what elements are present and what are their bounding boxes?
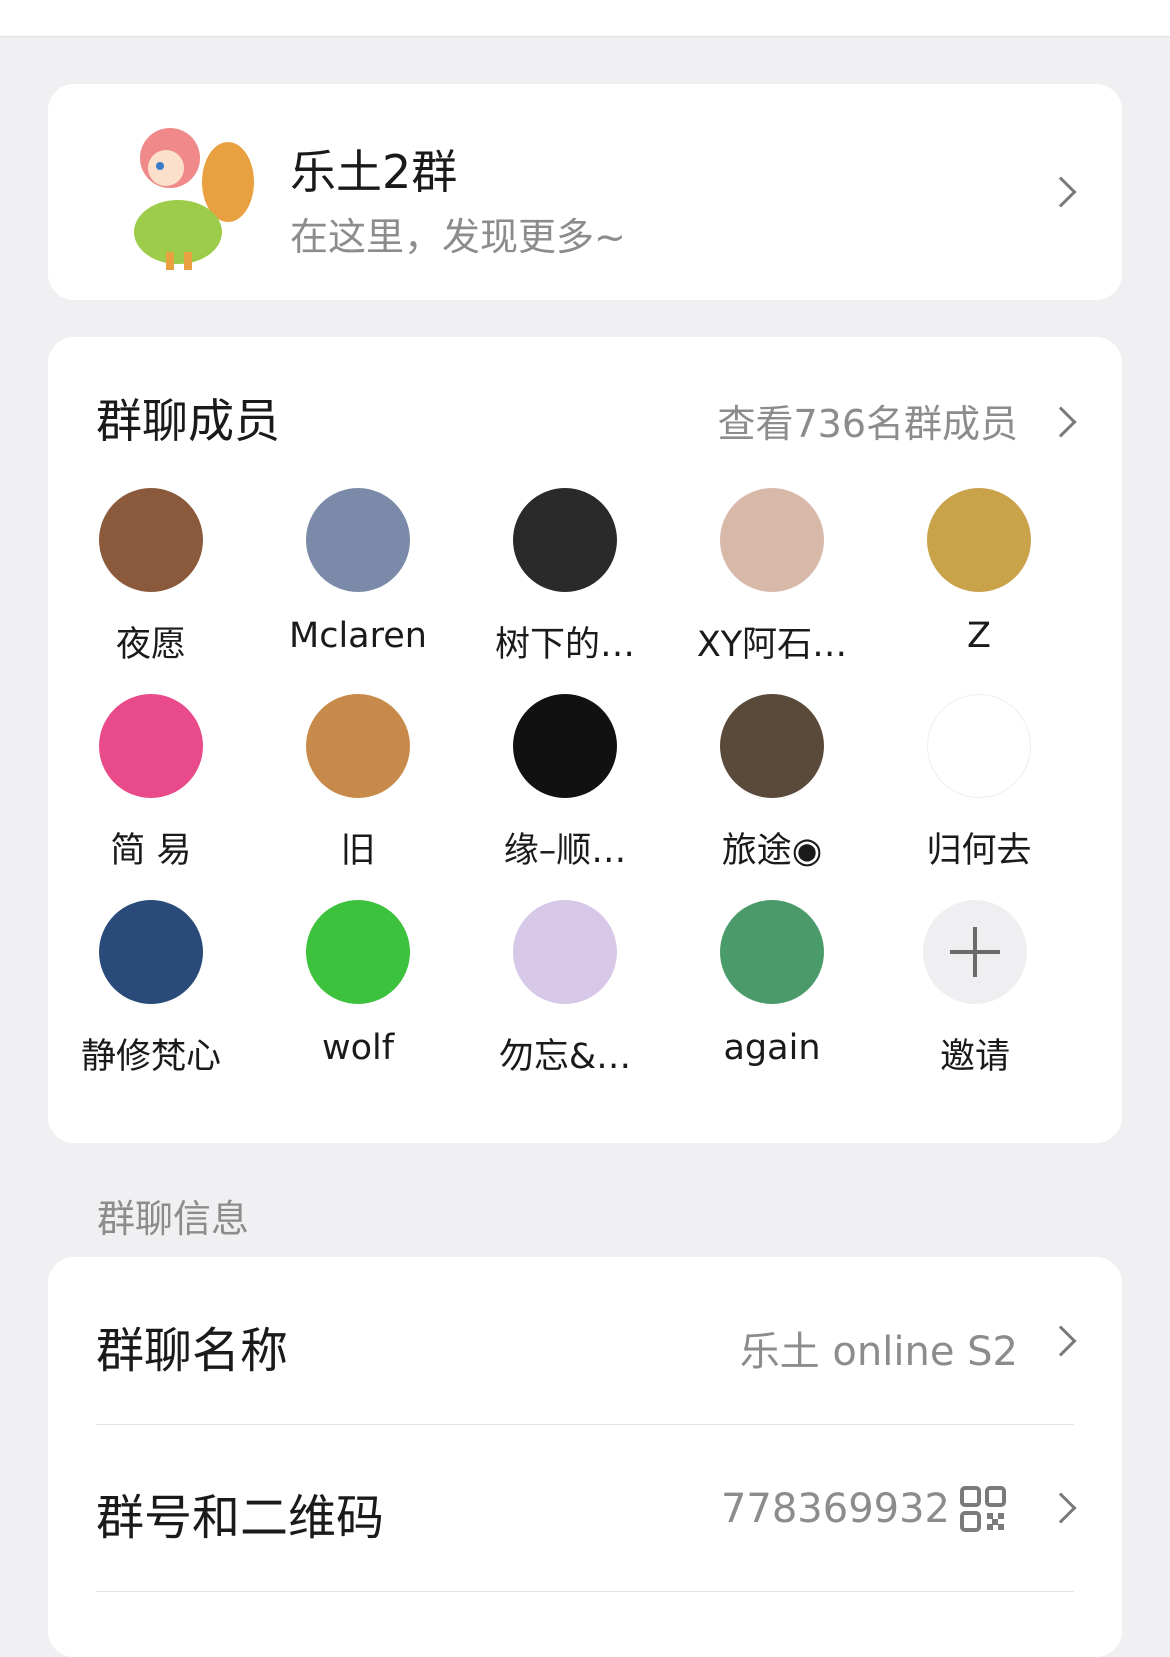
member-name: 勿忘&… [498, 1037, 632, 1077]
member-item[interactable]: 勿忘&… [465, 900, 665, 1079]
member-item[interactable]: 归何去 [879, 694, 1079, 873]
member-item[interactable]: 夜愿 [51, 488, 251, 667]
member-avatar[interactable] [720, 488, 824, 592]
top-bar [0, 0, 1170, 37]
view-all-members-link[interactable]: 查看736名群成员 [717, 393, 1018, 448]
member-item[interactable]: wolf [258, 900, 458, 1068]
member-item[interactable]: 旧 [258, 694, 458, 873]
group-info-section-label: 群聊信息 [97, 1197, 250, 1241]
group-info-card: 群聊名称 乐土 online S2 群号和二维码 778369932 [48, 1257, 1122, 1657]
chevron-right-icon [1045, 176, 1077, 208]
chevron-right-icon[interactable] [1045, 406, 1077, 438]
member-avatar[interactable] [927, 488, 1031, 592]
group-avatar [134, 128, 254, 270]
member-name: XY阿石… [696, 625, 848, 665]
member-name: 简 易 [110, 831, 192, 871]
member-item[interactable]: Z [879, 488, 1079, 656]
member-avatar[interactable] [99, 488, 203, 592]
chevron-right-icon [1045, 1492, 1077, 1524]
plus-icon[interactable] [923, 900, 1027, 1004]
members-title: 群聊成员 [96, 394, 280, 448]
group-number-label: 群号和二维码 [96, 1490, 385, 1546]
member-name: Mclaren [289, 616, 427, 656]
member-name: 旧 [340, 831, 376, 871]
members-card: 群聊成员 查看736名群成员 夜愿 Mclaren 树下的… XY阿石… Z 简 易 旧 缘–… [48, 337, 1122, 1143]
member-item[interactable]: 缘–顺… [465, 694, 665, 873]
group-name-value: 乐土 online S2 [739, 1329, 1018, 1375]
member-avatar[interactable] [306, 694, 410, 798]
member-avatar[interactable] [99, 694, 203, 798]
member-name: Z [967, 616, 991, 656]
member-avatar[interactable] [306, 488, 410, 592]
group-header-card[interactable]: 乐土2群 在这里，发现更多~ [48, 84, 1122, 300]
group-name-label: 群聊名称 [96, 1323, 289, 1379]
member-item[interactable]: 静修梵心 [51, 900, 251, 1079]
member-avatar[interactable] [513, 694, 617, 798]
group-subtitle: 在这里，发现更多~ [290, 215, 626, 259]
group-name-row[interactable]: 群聊名称 乐土 online S2 [48, 1257, 1122, 1424]
member-avatar[interactable] [927, 694, 1031, 798]
member-item[interactable]: 树下的… [465, 488, 665, 667]
divider [96, 1591, 1074, 1592]
member-avatar[interactable] [99, 900, 203, 1004]
member-item[interactable]: XY阿石… [672, 488, 872, 667]
member-item[interactable]: Mclaren [258, 488, 458, 656]
member-name: 夜愿 [115, 625, 186, 665]
member-avatar[interactable] [306, 900, 410, 1004]
member-name: again [723, 1028, 821, 1068]
member-name: 归何去 [926, 831, 1032, 871]
invite-button[interactable]: 邀请 [875, 900, 1075, 1079]
member-item[interactable]: again [672, 900, 872, 1068]
invite-label: 邀请 [939, 1037, 1010, 1077]
member-name: 树下的… [494, 625, 635, 665]
group-number-value: 778369932 [720, 1486, 950, 1532]
group-name: 乐土2群 [290, 145, 458, 199]
member-item[interactable]: 旅途◉ [672, 694, 872, 873]
member-item[interactable]: 简 易 [51, 694, 251, 873]
chevron-right-icon [1045, 1325, 1077, 1357]
member-name: wolf [321, 1028, 395, 1068]
qr-code-icon [960, 1486, 1006, 1532]
member-name: 缘–顺… [503, 831, 627, 871]
group-number-qr-row[interactable]: 群号和二维码 778369932 [48, 1424, 1122, 1591]
member-avatar[interactable] [513, 488, 617, 592]
member-avatar[interactable] [513, 900, 617, 1004]
member-avatar[interactable] [720, 900, 824, 1004]
member-name: 静修梵心 [80, 1037, 221, 1077]
member-avatar[interactable] [720, 694, 824, 798]
member-name: 旅途◉ [721, 831, 823, 871]
